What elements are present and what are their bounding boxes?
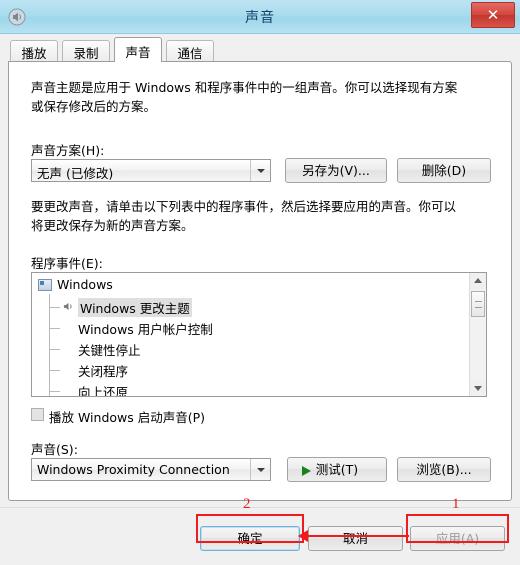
sound-label: 声音(S): — [31, 442, 78, 457]
sounds-tab-panel: 声音主题是应用于 Windows 和程序事件中的一组声音。你可以选择现有方案 或… — [8, 61, 512, 501]
program-events-label: 程序事件(E): — [31, 256, 103, 271]
list-item[interactable]: Windows 用户帐户控制 — [32, 317, 452, 338]
tab-communications[interactable]: 通信 — [166, 40, 214, 62]
scrollbar-thumb[interactable] — [471, 291, 485, 317]
cancel-button[interactable]: 取消 — [308, 526, 403, 551]
close-button[interactable]: ✕ — [471, 2, 515, 28]
list-item-label: 向上还原 — [78, 385, 129, 397]
list-item[interactable]: 关闭程序 — [32, 359, 452, 380]
list-item-label: Windows 用户帐户控制 — [78, 322, 213, 337]
program-events-list[interactable]: Windows Windows 更改主题 Windows 用户帐户控制 关键性停… — [31, 272, 487, 397]
tree-branch-line — [49, 391, 60, 392]
ok-button[interactable]: 确定 — [200, 526, 300, 551]
play-icon — [302, 466, 311, 476]
list-item[interactable]: Windows — [32, 275, 452, 296]
sound-settings-dialog: 声音 ✕ 播放 录制 声音 通信 声音主题是应用于 Windows 和程序事件中… — [0, 0, 520, 565]
title-bar: 声音 ✕ — [0, 0, 520, 34]
list-item-label: Windows 更改主题 — [78, 298, 192, 317]
events-list-scrollbar[interactable] — [469, 273, 486, 396]
play-startup-sound-checkbox[interactable] — [31, 408, 44, 421]
list-item[interactable]: 关键性停止 — [32, 338, 452, 359]
tab-sounds[interactable]: 声音 — [114, 37, 162, 62]
scheme-label: 声音方案(H): — [31, 143, 105, 158]
save-as-button[interactable]: 另存为(V)... — [285, 158, 387, 183]
list-item-label: 关键性停止 — [78, 343, 141, 358]
tab-recording[interactable]: 录制 — [62, 40, 110, 62]
list-item[interactable]: Windows 更改主题 — [32, 296, 452, 317]
browse-sound-button[interactable]: 浏览(B)... — [397, 457, 491, 482]
delete-scheme-button[interactable]: 删除(D) — [397, 158, 491, 183]
instruction-text-line2: 将更改保存为新的声音方案。 — [31, 218, 194, 233]
dialog-footer: 确定 取消 应用(A) — [0, 507, 520, 565]
play-startup-sound-label: 播放 Windows 启动声音(P) — [49, 410, 206, 425]
intro-text-line2: 或保存修改后的方案。 — [31, 99, 157, 114]
tree-branch-line — [49, 370, 60, 371]
tree-branch-line — [49, 349, 60, 350]
test-sound-label: 测试(T) — [315, 462, 359, 477]
list-item-label: Windows — [57, 277, 113, 292]
chevron-down-icon[interactable] — [250, 459, 270, 480]
tree-branch-line — [49, 307, 60, 308]
list-item[interactable]: 向上还原 — [32, 380, 452, 397]
tab-strip: 播放 录制 声音 通信 — [0, 34, 520, 62]
annotation-number-two: 2 — [243, 496, 251, 512]
scheme-combobox[interactable]: 无声 (已修改) — [31, 159, 271, 182]
tree-branch-line — [49, 328, 60, 329]
sound-combobox[interactable]: Windows Proximity Connection — [31, 458, 271, 481]
computer-icon — [38, 279, 52, 291]
scheme-combobox-value: 无声 (已修改) — [37, 166, 114, 181]
test-sound-button[interactable]: 测试(T) — [287, 457, 387, 482]
apply-button[interactable]: 应用(A) — [410, 526, 505, 551]
list-item-label: 关闭程序 — [78, 364, 129, 379]
annotation-number-one: 1 — [452, 496, 460, 512]
window-title: 声音 — [245, 10, 275, 26]
instruction-text-line1: 要更改声音，请单击以下列表中的程序事件，然后选择要应用的声音。你可以 — [31, 199, 457, 214]
tab-playback[interactable]: 播放 — [10, 40, 58, 62]
speaker-icon — [63, 302, 72, 311]
chevron-down-icon[interactable] — [250, 160, 270, 181]
scroll-down-arrow-icon[interactable] — [470, 380, 486, 396]
intro-text-line1: 声音主题是应用于 Windows 和程序事件中的一组声音。你可以选择现有方案 — [31, 80, 458, 95]
scroll-up-arrow-icon[interactable] — [470, 273, 486, 289]
sound-combobox-value: Windows Proximity Connection — [37, 462, 230, 477]
